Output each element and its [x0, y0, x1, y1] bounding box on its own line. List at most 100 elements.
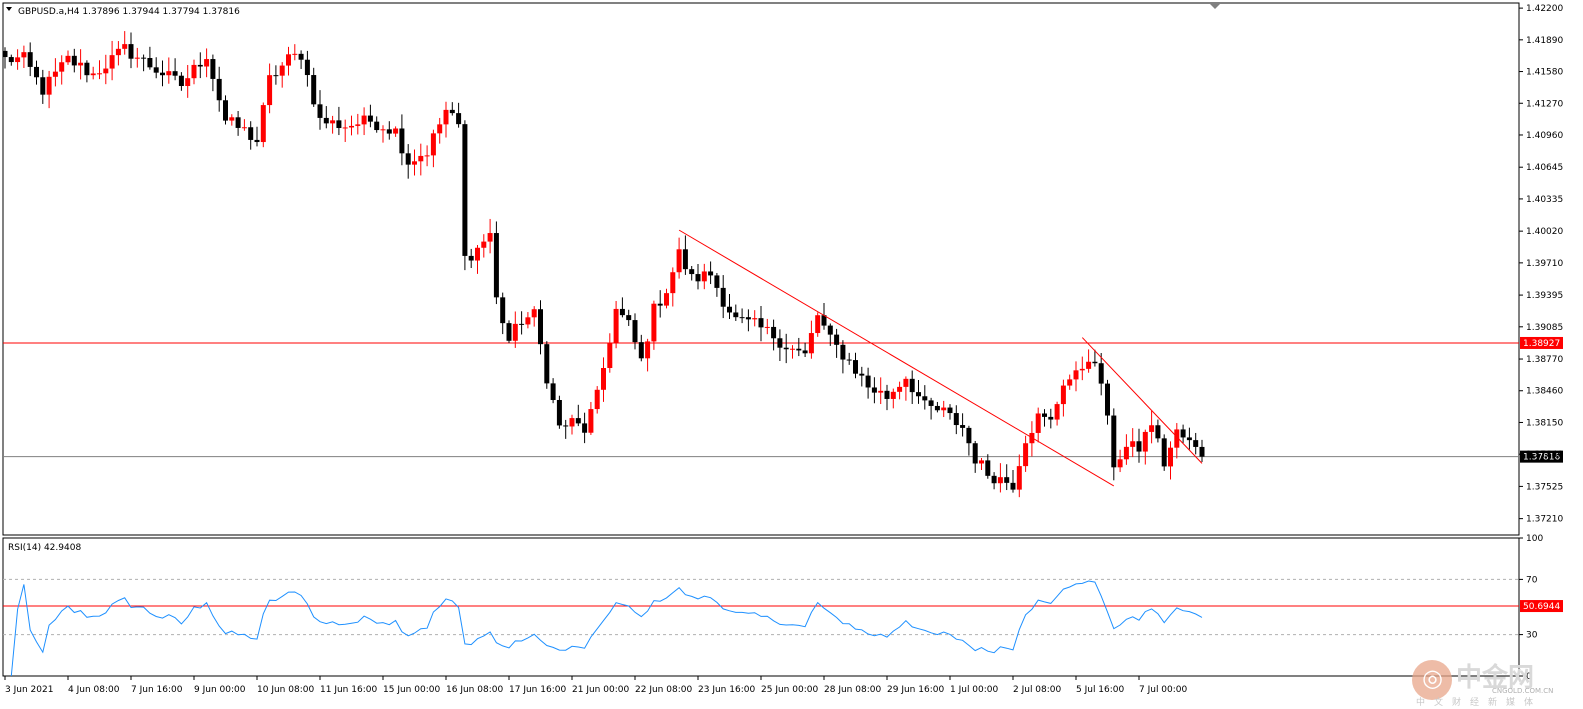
price-tick-label: 1.38770: [1526, 355, 1563, 365]
candle-bear: [147, 58, 153, 68]
candle-bull: [588, 409, 594, 433]
candle-bear: [991, 475, 997, 484]
candle-bear: [160, 72, 165, 76]
time-tick-label: 25 Jun 00:00: [761, 685, 818, 695]
candle-bull: [185, 78, 191, 87]
candle-bull: [437, 124, 443, 134]
candle-bull: [52, 71, 58, 77]
price-tick-label: 1.40020: [1526, 227, 1563, 237]
candle-bear: [399, 128, 405, 154]
candle-bear: [966, 427, 972, 444]
price-tick-label: 1.40335: [1526, 195, 1563, 205]
candle-bear: [972, 443, 978, 464]
candle-bear: [1010, 482, 1016, 490]
candle-bull: [103, 68, 109, 74]
candle-bear: [853, 360, 858, 374]
candle-bull: [878, 390, 884, 393]
candle-bull: [790, 348, 795, 350]
candle-bear: [544, 344, 550, 384]
candle-bull: [676, 249, 682, 273]
candle-bear: [563, 425, 569, 427]
time-tick-label: 3 Jun 2021: [5, 685, 53, 695]
candle-bear: [802, 350, 808, 354]
price-tick-label: 1.40960: [1526, 131, 1563, 141]
candle-bull: [380, 129, 386, 131]
time-tick-label: 9 Jun 00:00: [194, 685, 246, 695]
candle-bear: [834, 334, 840, 345]
candle-bear: [777, 338, 783, 348]
candle-bull: [752, 318, 758, 320]
candle-bear: [550, 383, 556, 400]
time-tick-label: 15 Jun 00:00: [383, 685, 440, 695]
time-tick-label: 5 Jul 16:00: [1076, 685, 1125, 695]
candle-bull: [1086, 361, 1092, 369]
candle-bear: [953, 413, 959, 426]
candle-bear: [216, 78, 222, 101]
candle-bear: [500, 297, 506, 324]
candle-bull: [651, 303, 657, 342]
candle-bull: [1142, 431, 1148, 452]
candle-bear: [1136, 441, 1142, 452]
candle-bull: [531, 309, 537, 318]
candle-bear: [298, 53, 304, 60]
candle-bear: [1186, 437, 1192, 441]
price-tick-label: 1.41890: [1526, 36, 1563, 46]
rsi-tick-label: 70: [1526, 575, 1538, 585]
price-tick-label: 1.37210: [1526, 515, 1563, 525]
candle-bear: [506, 323, 512, 341]
candle-bull: [166, 71, 172, 76]
candle-bull: [59, 62, 65, 72]
candle-bear: [462, 124, 468, 256]
menu-triangle-icon: [6, 7, 12, 11]
candle-bull: [594, 389, 600, 410]
candle-bear: [254, 139, 260, 143]
candle-bear: [827, 325, 833, 335]
candle-bear: [172, 71, 178, 76]
candle-bull: [1023, 443, 1029, 467]
time-tick-label: 21 Jun 00:00: [572, 685, 629, 695]
time-tick-label: 1 Jul 00:00: [950, 685, 999, 695]
candle-bull: [897, 386, 903, 392]
candle-bear: [1004, 477, 1010, 483]
candle-bull: [525, 317, 531, 325]
candle-bear: [405, 153, 411, 165]
candle-bear: [657, 303, 663, 306]
candle-bull: [941, 407, 947, 411]
candle-bull: [78, 62, 84, 66]
candle-bear: [916, 392, 921, 397]
candle-bull: [808, 333, 814, 354]
candle-bear: [273, 75, 279, 77]
candle-bear: [374, 121, 380, 131]
candle-bull: [764, 326, 770, 328]
candle-bear: [248, 127, 254, 140]
trendline: [1081, 337, 1203, 464]
candle-bull: [1067, 379, 1073, 386]
candle-bear: [960, 425, 966, 428]
candle-bull: [1016, 466, 1022, 490]
candle-bull: [481, 241, 487, 248]
candle-bear: [178, 75, 184, 87]
candle-bear: [84, 62, 90, 76]
watermark-url: CNGOLD.COM.CN: [1492, 687, 1554, 695]
candle-bear: [386, 129, 392, 134]
candle-bear: [1180, 429, 1186, 438]
candle-bear: [8, 57, 14, 63]
candle-bull: [424, 155, 430, 157]
candle-bull: [1060, 385, 1066, 405]
candle-bull: [260, 105, 266, 143]
candle-bull: [475, 247, 480, 261]
price-tick-label: 1.39085: [1526, 323, 1563, 333]
candle-bull: [241, 127, 247, 129]
candle-bull: [1073, 370, 1079, 380]
candle-bull: [418, 155, 424, 162]
candle-bear: [153, 67, 159, 73]
candle-bear: [40, 77, 46, 95]
candle-bull: [412, 161, 417, 165]
time-tick-label: 2 Jul 08:00: [1013, 685, 1062, 695]
rsi-tick-label: 100: [1526, 534, 1543, 544]
time-tick-label: 10 Jun 08:00: [257, 685, 314, 695]
candle-bull: [1130, 441, 1136, 447]
candle-bear: [304, 59, 310, 76]
candle-bull: [204, 59, 210, 67]
candle-bear: [2, 50, 8, 58]
